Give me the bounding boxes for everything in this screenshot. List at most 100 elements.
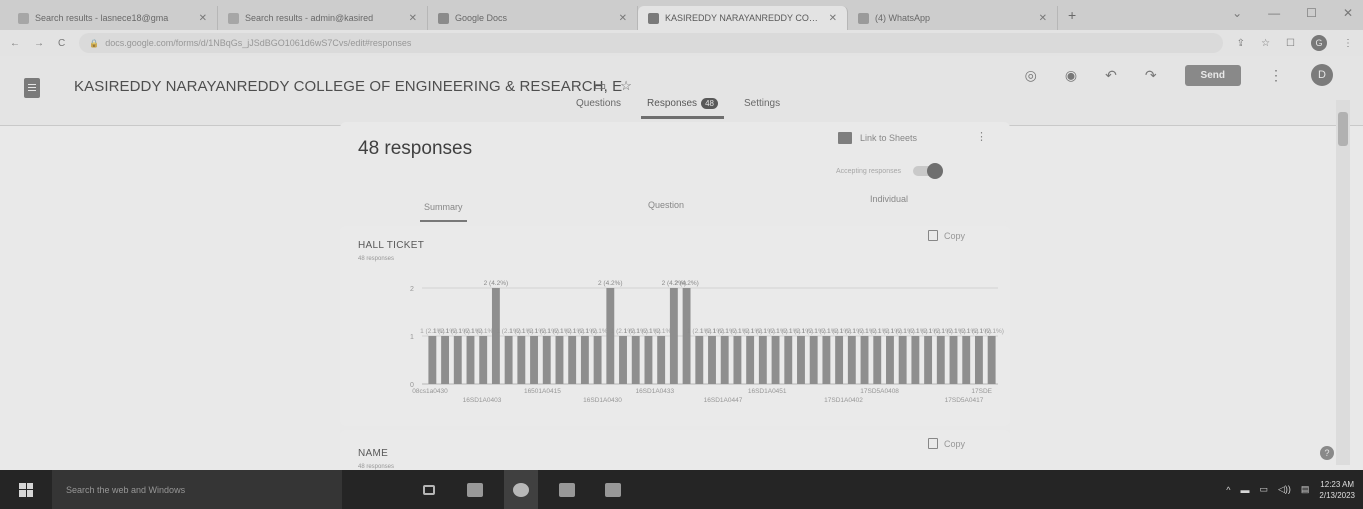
help-icon[interactable]: ? [1320, 446, 1334, 460]
tab-close-icon[interactable]: ✕ [409, 13, 417, 24]
tab-individual[interactable]: Individual [870, 194, 908, 204]
store-button[interactable] [550, 470, 584, 509]
preview-eye-icon[interactable]: ◉ [1065, 67, 1077, 84]
tab-summary[interactable]: Summary [420, 202, 466, 222]
browser-tab[interactable]: Search results - admin@kasired ✕ [218, 6, 428, 30]
tab-responses[interactable]: Responses 48 [641, 98, 724, 119]
x-tick-label: 16SD1A0403 [463, 397, 502, 404]
tab-questions[interactable]: Questions [576, 98, 621, 119]
chrome-button[interactable] [504, 470, 538, 509]
chart-bar [847, 336, 856, 384]
new-tab-button[interactable]: + [1068, 7, 1076, 23]
tab-title: Search results - lasnece18@gma [35, 13, 169, 23]
chart-bar [657, 336, 666, 384]
chart-bar [530, 336, 538, 384]
x-tick-label: 16SD1A0447 [704, 397, 743, 404]
account-avatar[interactable]: D [1311, 64, 1333, 86]
tab-title: Google Docs [455, 13, 508, 23]
x-tick-label: 16SD1A0430 [583, 397, 622, 404]
page-scrollbar[interactable] [1336, 100, 1350, 465]
tab-settings[interactable]: Settings [744, 98, 780, 119]
photos-button[interactable] [596, 470, 630, 509]
network-icon[interactable]: ▭ [1259, 484, 1268, 495]
link-to-sheets-button[interactable]: Link to Sheets [838, 132, 917, 144]
window-close-icon[interactable]: ✕ [1343, 6, 1353, 20]
tab-title: (4) WhatsApp [875, 13, 931, 23]
volume-icon[interactable]: ◁)) [1278, 484, 1291, 495]
responses-more-icon[interactable]: ⋮ [976, 130, 987, 143]
browser-tab[interactable]: (4) WhatsApp ✕ [848, 6, 1058, 30]
tab-favicon-icon [858, 12, 869, 24]
chart-bar [733, 336, 742, 384]
folder-icon[interactable]: ▭ [594, 78, 606, 94]
taskbar-pinned-apps [412, 470, 630, 509]
address-bar-icons: ⇪ ☆ ☐ G ⋮ [1237, 35, 1353, 51]
sidepanel-icon[interactable]: ☐ [1286, 38, 1295, 49]
copy-name-button[interactable]: Copy [928, 438, 965, 449]
tab-favicon-icon [18, 12, 29, 24]
tab-close-icon[interactable]: ✕ [1039, 13, 1047, 24]
tab-close-icon[interactable]: ✕ [619, 13, 627, 24]
form-title[interactable]: KASIREDDY NARAYANREDDY COLLEGE OF ENGINE… [74, 78, 622, 95]
undo-icon[interactable]: ↶ [1105, 67, 1117, 84]
maximize-icon[interactable]: ☐ [1306, 6, 1317, 20]
taskbar-clock[interactable]: 12:23 AM 2/13/2023 [1319, 479, 1355, 501]
more-options-icon[interactable]: ⋮ [1269, 67, 1283, 84]
accepting-responses-row: Accepting responses [836, 163, 943, 179]
x-tick-label: 17SDE [971, 388, 992, 395]
chart-bar [631, 336, 640, 384]
x-tick-label: 17SD5A0417 [945, 397, 984, 404]
chart-bar [606, 288, 615, 384]
redo-icon[interactable]: ↷ [1145, 67, 1157, 84]
palette-icon[interactable]: ◎ [1025, 67, 1037, 84]
tab-title: Search results - admin@kasired [245, 13, 374, 23]
browser-menu-icon[interactable]: ⋮ [1343, 38, 1353, 49]
chart-bar [479, 336, 488, 384]
tab-favicon-icon [228, 12, 239, 24]
task-view-button[interactable] [412, 470, 446, 509]
accepting-responses-toggle[interactable] [912, 163, 943, 179]
link-to-sheets-label: Link to Sheets [860, 133, 918, 143]
forward-button[interactable]: → [34, 38, 44, 49]
accepting-responses-label: Accepting responses [836, 167, 901, 175]
start-button[interactable] [0, 470, 52, 509]
name-card: NAME 48 responses Copy [340, 430, 1010, 470]
share-icon[interactable]: ⇪ [1237, 38, 1245, 49]
x-tick-label: 16SD1A0451 [748, 388, 787, 395]
chart-bar [924, 336, 933, 384]
tab-question[interactable]: Question [648, 200, 684, 210]
y-tick-label: 1 [410, 334, 414, 341]
battery-icon[interactable]: ▬ [1240, 485, 1249, 495]
browser-tab[interactable]: Google Docs ✕ [428, 6, 638, 30]
minimize-icon[interactable]: — [1268, 6, 1280, 20]
scrollbar-thumb[interactable] [1338, 112, 1348, 146]
tab-search-icon[interactable]: ⌄ [1232, 6, 1242, 20]
system-tray: ^ ▬ ▭ ◁)) ▤ 12:23 AM 2/13/2023 [1226, 470, 1355, 509]
notifications-icon[interactable]: ▤ [1301, 484, 1310, 495]
chart-bar [949, 336, 958, 384]
back-button[interactable]: ← [10, 38, 20, 49]
chart-bar [441, 336, 450, 384]
url-text: docs.google.com/forms/d/1NBqGs_jJSdBGO10… [105, 38, 412, 48]
reload-button[interactable]: C [58, 38, 65, 49]
bookmark-star-icon[interactable]: ☆ [1261, 38, 1270, 49]
send-button[interactable]: Send [1184, 64, 1241, 86]
tray-overflow-icon[interactable]: ^ [1226, 485, 1230, 495]
x-tick-label: 17SD5A0408 [860, 388, 899, 395]
chart-bar [669, 288, 678, 384]
copy-icon [928, 438, 938, 449]
browser-tab[interactable]: Search results - lasnece18@gma ✕ [8, 6, 218, 30]
tab-close-icon[interactable]: ✕ [829, 13, 837, 24]
taskbar-search-box[interactable]: Search the web and Windows [52, 470, 342, 509]
file-explorer-icon [467, 482, 483, 497]
url-field[interactable]: 🔒 docs.google.com/forms/d/1NBqGs_jJSdBGO… [79, 33, 1223, 53]
tab-close-icon[interactable]: ✕ [199, 13, 207, 24]
hall-ticket-card: HALL TICKET 48 responses Copy 0121 (2.1%… [340, 226, 1010, 426]
browser-profile-avatar[interactable]: G [1311, 35, 1327, 51]
windows-taskbar: Search the web and Windows ^ ▬ ▭ ◁)) ▤ 1… [0, 470, 1363, 509]
browser-tab[interactable]: KASIREDDY NARAYANREDDY COLLE ✕ [638, 6, 848, 30]
file-explorer-button[interactable] [458, 470, 492, 509]
google-forms-logo-icon[interactable] [24, 78, 40, 98]
chart-bar [911, 336, 920, 384]
star-icon[interactable]: ☆ [620, 78, 632, 94]
